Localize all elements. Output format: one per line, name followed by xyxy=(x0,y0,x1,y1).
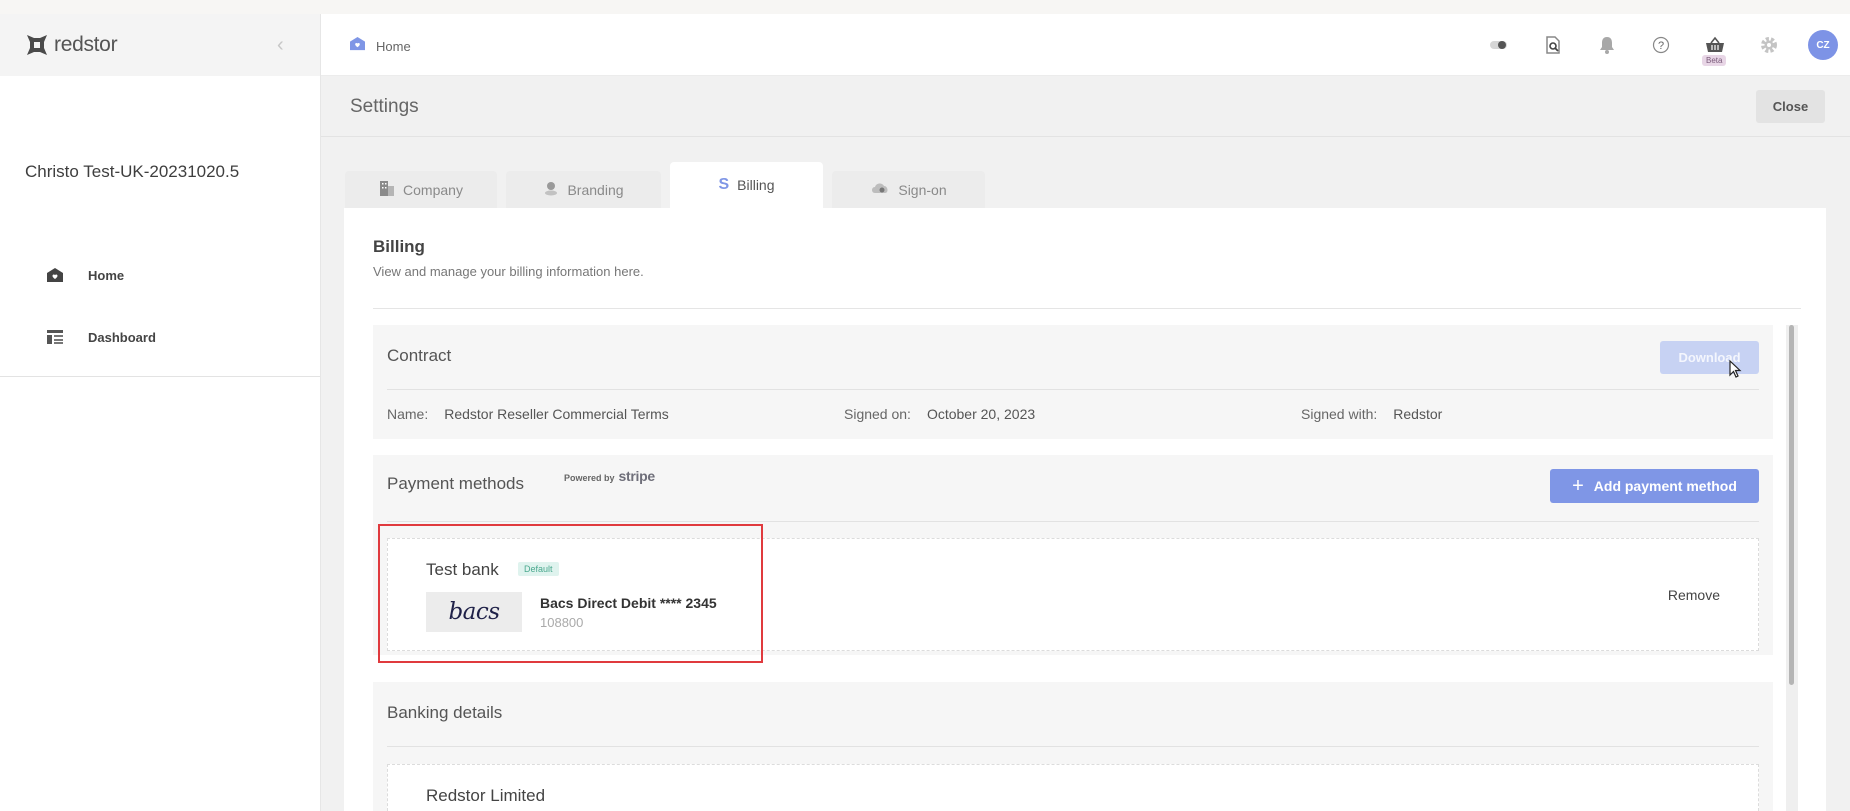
card-title: Contract xyxy=(387,346,452,365)
banking-details-card: Banking details Redstor Limited xyxy=(373,682,1773,811)
card-title: Banking details xyxy=(387,703,503,722)
mouse-cursor-icon xyxy=(1729,359,1742,384)
add-payment-method-button[interactable]: + Add payment method xyxy=(1550,469,1759,503)
gear-icon[interactable] xyxy=(1742,14,1796,76)
sidebar-item-label: Dashboard xyxy=(88,329,156,345)
powered-by-stripe: Powered by stripe xyxy=(564,468,655,484)
contract-signed-on-field: Signed on: October 20, 2023 xyxy=(844,406,1035,422)
dashboard-icon xyxy=(44,326,66,348)
redstor-logo-icon xyxy=(26,34,48,56)
logo-text: redstor xyxy=(54,33,118,56)
contract-signed-with-field: Signed with: Redstor xyxy=(1301,406,1442,422)
breadcrumb-home: Home xyxy=(376,38,411,54)
divider xyxy=(387,746,1759,747)
sidebar-header: redstor ‹ xyxy=(0,14,320,76)
sidebar-item-dashboard[interactable]: Dashboard xyxy=(0,306,320,368)
field-value: Redstor xyxy=(1393,406,1443,422)
field-value: Redstor Reseller Commercial Terms xyxy=(444,406,669,422)
svg-text:?: ? xyxy=(1658,40,1664,52)
help-icon[interactable]: ? xyxy=(1634,14,1688,76)
tab-label: Company xyxy=(403,181,463,198)
sidebar-divider xyxy=(0,376,320,377)
bank-company-name: Redstor Limited xyxy=(426,786,546,805)
user-avatar[interactable]: CZ xyxy=(1796,14,1850,76)
field-value: October 20, 2023 xyxy=(926,406,1036,422)
stripe-logo: stripe xyxy=(618,468,656,484)
scrollbar-thumb[interactable] xyxy=(1789,325,1794,685)
tab-sign-on[interactable]: Sign-on xyxy=(832,171,985,208)
field-label: Signed on: xyxy=(844,406,911,422)
stripe-s-icon: S xyxy=(718,176,730,193)
contract-name-field: Name: Redstor Reseller Commercial Terms xyxy=(387,406,669,422)
breadcrumb[interactable]: Home xyxy=(349,36,411,56)
bank-entry: Redstor Limited xyxy=(387,764,1759,811)
page-title: Settings xyxy=(350,96,419,117)
field-label: Name: xyxy=(387,406,429,422)
settings-header: Settings Close xyxy=(321,77,1850,137)
cloud-icon xyxy=(870,181,890,198)
header-icons: ? Beta CZ xyxy=(1472,14,1850,76)
settings-tabs: Company Branding S Billing Sign-on xyxy=(345,162,994,208)
powered-by-label: Powered by xyxy=(564,473,615,483)
logo[interactable]: redstor xyxy=(26,33,118,57)
sidebar-item-home[interactable]: Home xyxy=(0,244,320,306)
collapse-sidebar-icon[interactable]: ‹ xyxy=(277,34,284,57)
download-button[interactable]: Download xyxy=(1660,341,1759,374)
home-icon xyxy=(44,264,66,286)
card-title: Payment methods xyxy=(387,474,525,493)
section-title: Billing xyxy=(373,237,425,256)
home-icon xyxy=(349,36,366,56)
search-document-icon[interactable] xyxy=(1526,14,1580,76)
contract-card: Contract Download Name: Redstor Reseller… xyxy=(373,325,1773,439)
close-button[interactable]: Close xyxy=(1756,90,1825,123)
tab-label: Branding xyxy=(567,181,624,198)
building-icon xyxy=(379,179,395,200)
sidebar: redstor ‹ Christo Test-UK-20231020.5 Hom… xyxy=(0,14,321,811)
plus-icon: + xyxy=(1572,475,1584,497)
beta-badge: Beta xyxy=(1702,55,1727,66)
remove-button[interactable]: Remove xyxy=(1668,587,1720,603)
billing-panel: Billing View and manage your billing inf… xyxy=(344,208,1826,811)
tab-billing[interactable]: S Billing xyxy=(670,162,823,208)
organization-name: Christo Test-UK-20231020.5 xyxy=(25,162,240,181)
palette-icon xyxy=(543,180,559,199)
avatar: CZ xyxy=(1808,30,1838,60)
highlight-box xyxy=(378,524,763,663)
divider xyxy=(387,389,1759,390)
window-top-strip xyxy=(0,0,1850,14)
sidebar-item-label: Home xyxy=(88,267,125,283)
divider xyxy=(373,308,1801,309)
tab-label: Sign-on xyxy=(898,181,947,198)
button-label: Add payment method xyxy=(1593,478,1737,494)
basket-icon[interactable]: Beta xyxy=(1688,14,1742,76)
top-bar: Home ? Beta CZ xyxy=(321,14,1850,76)
sidebar-nav: Home Dashboard xyxy=(0,244,320,368)
section-subtitle: View and manage your billing information… xyxy=(373,264,644,279)
toggle-icon[interactable] xyxy=(1472,14,1526,76)
bell-icon[interactable] xyxy=(1580,14,1634,76)
tab-company[interactable]: Company xyxy=(345,171,497,208)
tab-label: Billing xyxy=(737,177,775,193)
field-label: Signed with: xyxy=(1301,406,1378,422)
divider xyxy=(387,521,1759,522)
tab-branding[interactable]: Branding xyxy=(506,171,661,208)
